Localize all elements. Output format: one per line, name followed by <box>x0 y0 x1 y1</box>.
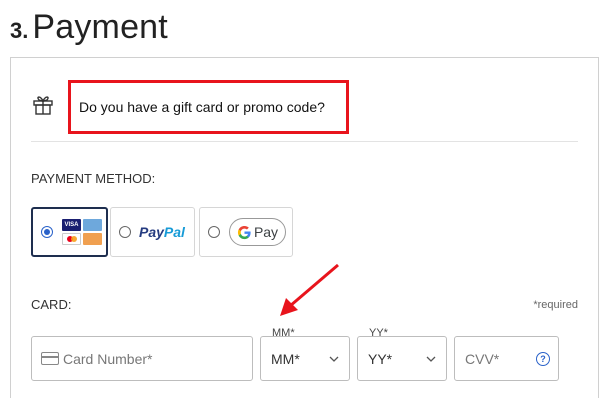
payment-method-label: PAYMENT METHOD: <box>31 171 156 186</box>
payment-panel: Do you have a gift card or promo code? P… <box>10 57 599 398</box>
month-value: MM* <box>271 350 300 367</box>
gpay-text: Pay <box>253 224 279 240</box>
promo-code-text: Do you have a gift card or promo code? <box>79 99 325 115</box>
card-number-field[interactable]: Card Number* <box>31 336 253 381</box>
expiry-year-select[interactable]: YY* <box>357 336 447 381</box>
gpay-radio[interactable] <box>208 226 220 238</box>
help-icon[interactable]: ? <box>536 351 550 366</box>
card-number-placeholder: Card Number* <box>63 350 153 367</box>
credit-card-icon <box>41 352 59 365</box>
gift-row <box>31 92 55 116</box>
paypal-radio[interactable] <box>119 226 131 238</box>
chevron-down-icon <box>329 356 339 362</box>
divider <box>31 141 578 142</box>
section-heading: 3. Payment <box>10 8 168 47</box>
gift-icon <box>33 96 53 115</box>
amex-icon <box>83 219 102 231</box>
required-note: *required <box>533 299 578 311</box>
card-brands: VISA <box>62 219 102 245</box>
cvv-field[interactable]: CVV* ? <box>454 336 559 381</box>
card-label: CARD: <box>31 297 72 312</box>
payment-option-paypal[interactable]: PayPal <box>110 207 195 257</box>
google-g-icon <box>237 225 251 239</box>
cvv-placeholder: CVV* <box>465 350 500 367</box>
payment-option-gpay[interactable]: Pay <box>199 207 293 257</box>
expiry-month-select[interactable]: MM* <box>260 336 350 381</box>
page-title: Payment <box>32 8 168 46</box>
discover-icon <box>83 233 102 245</box>
mastercard-icon <box>62 233 81 245</box>
payment-option-card[interactable]: VISA <box>31 207 108 257</box>
chevron-down-icon <box>426 356 436 362</box>
card-radio[interactable] <box>41 226 53 238</box>
visa-icon: VISA <box>62 219 81 231</box>
promo-code-link[interactable]: Do you have a gift card or promo code? <box>68 80 349 134</box>
year-value: YY* <box>368 350 393 367</box>
google-pay-logo: Pay <box>229 218 286 246</box>
paypal-logo: PayPal <box>139 224 185 240</box>
section-number: 3. <box>10 18 29 43</box>
